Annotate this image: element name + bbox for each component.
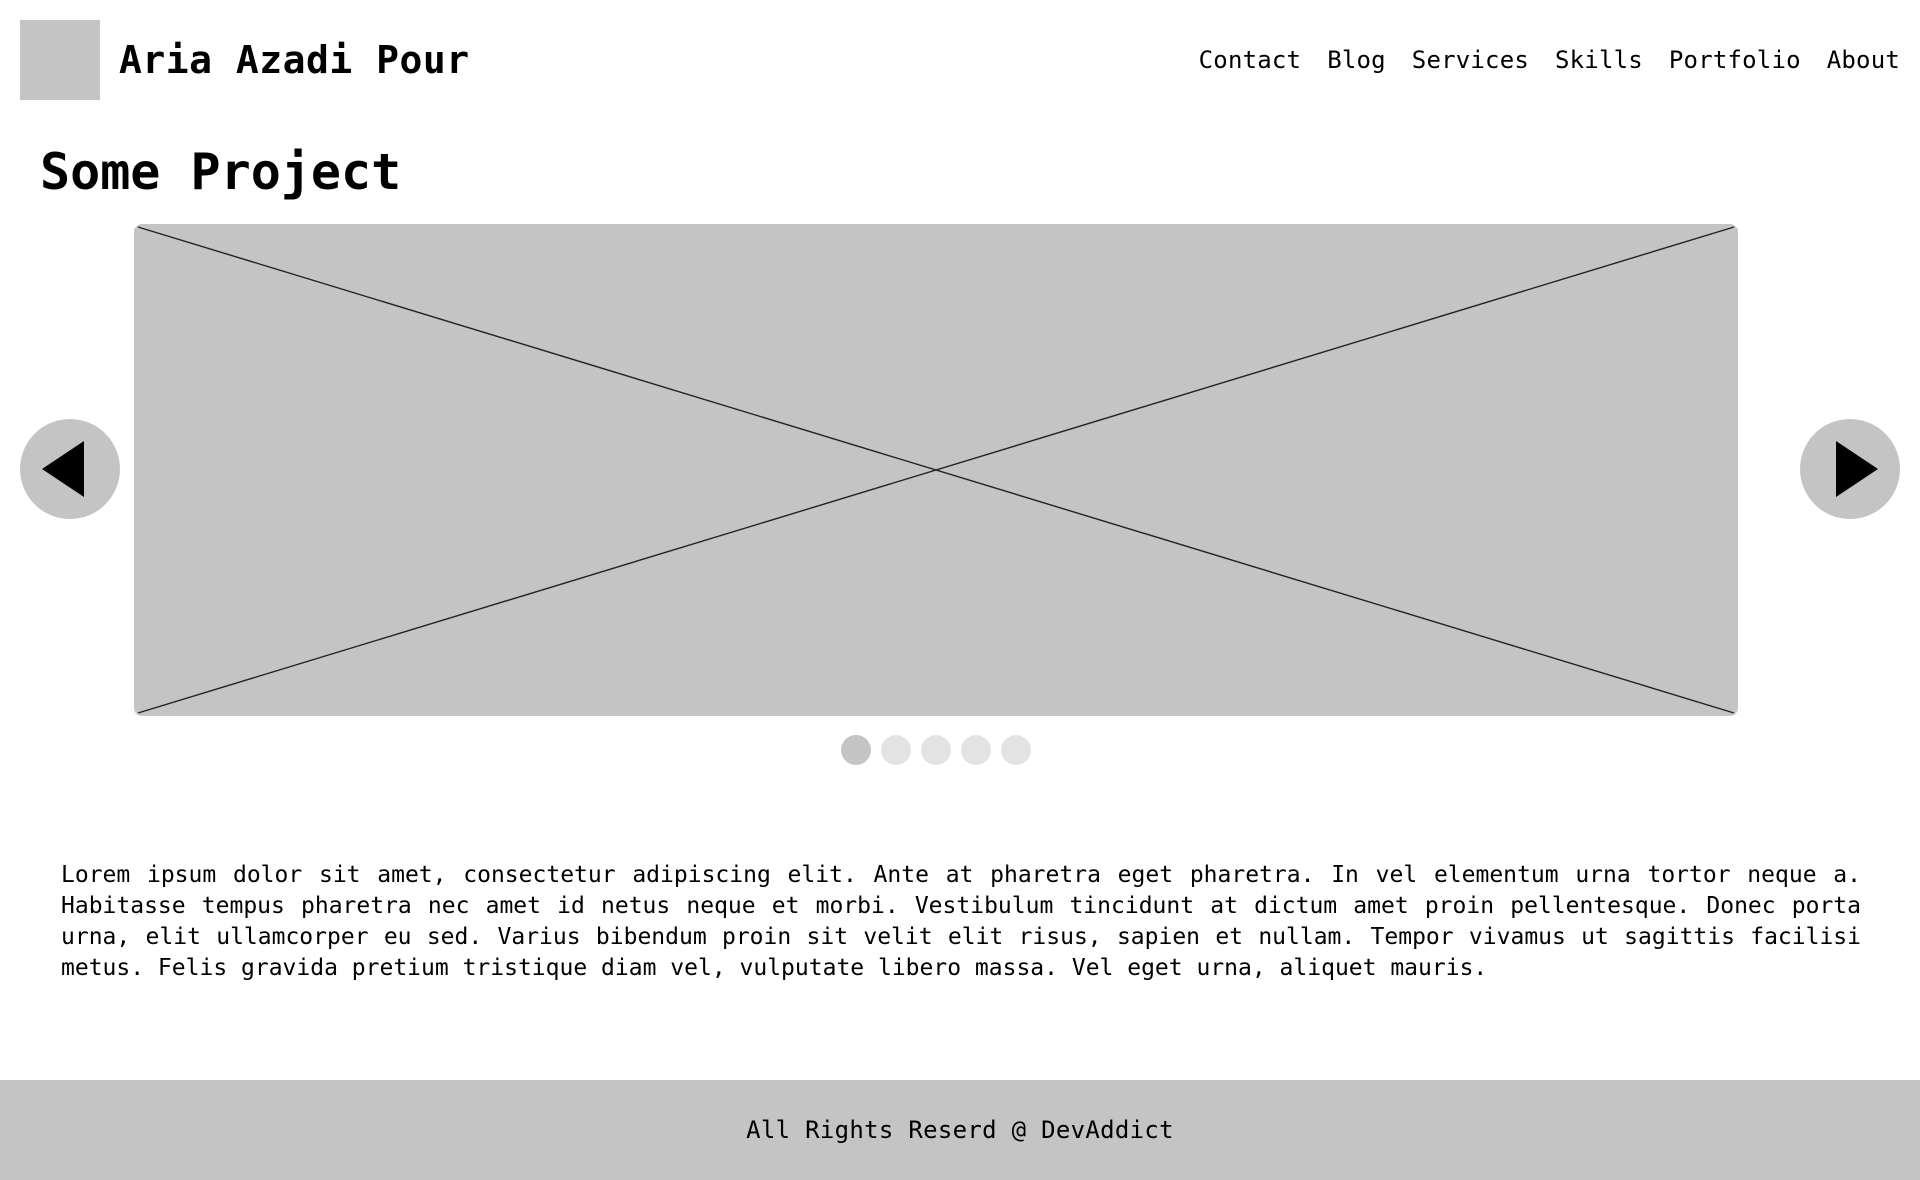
carousel-next-button[interactable] [1800, 419, 1900, 519]
carousel-dot[interactable] [921, 735, 951, 765]
nav-item-blog[interactable]: Blog [1327, 44, 1386, 76]
logo-placeholder[interactable] [20, 20, 100, 100]
footer-text: All Rights Reserd @ DevAddict [746, 1116, 1174, 1144]
nav-item-portfolio[interactable]: Portfolio [1669, 44, 1801, 76]
nav-item-services[interactable]: Services [1412, 44, 1529, 76]
page: Aria Azadi Pour Contact Blog Services Sk… [0, 0, 1920, 1180]
site-header: Aria Azadi Pour Contact Blog Services Sk… [0, 0, 1920, 122]
nav-item-about[interactable]: About [1827, 44, 1900, 76]
image-placeholder-icon [137, 226, 1735, 714]
carousel-dot[interactable] [841, 735, 871, 765]
site-title[interactable]: Aria Azadi Pour [119, 36, 470, 84]
site-footer: All Rights Reserd @ DevAddict [0, 1080, 1920, 1180]
page-title: Some Project [40, 143, 402, 201]
triangle-right-icon [1836, 441, 1878, 497]
nav-item-skills[interactable]: Skills [1555, 44, 1643, 76]
carousel-dot[interactable] [881, 735, 911, 765]
carousel-prev-button[interactable] [20, 419, 120, 519]
main-nav: Contact Blog Services Skills Portfolio A… [1199, 44, 1900, 76]
carousel-dot[interactable] [1001, 735, 1031, 765]
nav-item-contact[interactable]: Contact [1199, 44, 1302, 76]
project-description: Lorem ipsum dolor sit amet, consectetur … [61, 862, 1861, 981]
carousel-indicators [841, 735, 1031, 765]
carousel-image [134, 224, 1738, 716]
triangle-left-icon [42, 441, 84, 497]
carousel-dot[interactable] [961, 735, 991, 765]
